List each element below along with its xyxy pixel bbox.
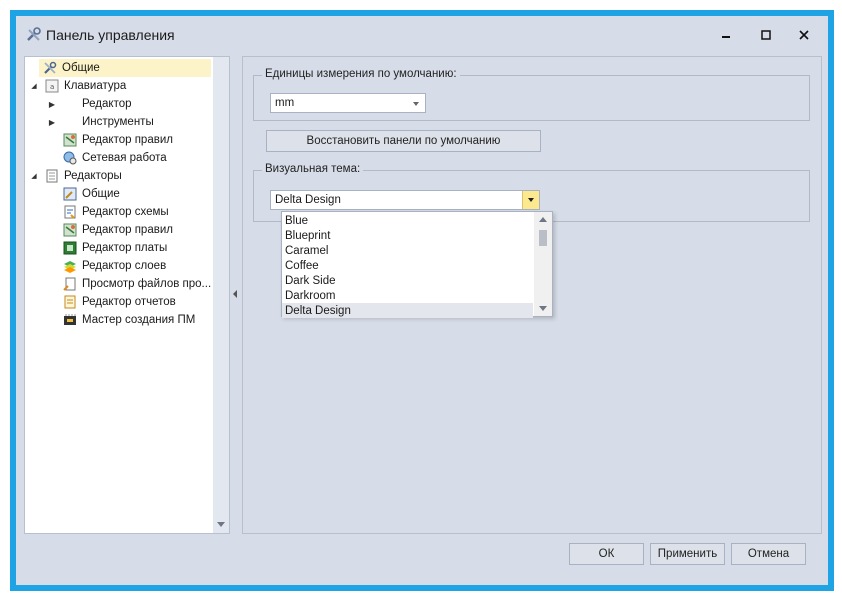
tree-item-label: Общие <box>82 188 120 200</box>
chevron-down-icon[interactable] <box>413 102 419 106</box>
tree-scrollbar[interactable] <box>213 57 229 533</box>
keyboard-icon: a <box>45 79 59 93</box>
theme-dropdown-list[interactable]: Blue Blueprint Caramel Coffee Dark Side Darkr… <box>281 211 553 318</box>
panel-splitter[interactable] <box>230 56 242 534</box>
scroll-down-icon[interactable] <box>539 306 547 311</box>
tree-item[interactable]: Редактор слоев <box>47 257 166 275</box>
board-icon <box>63 241 77 255</box>
tree-item[interactable]: Редактор схемы <box>47 203 169 221</box>
window-title: Панель управления <box>46 27 175 43</box>
tools-icon <box>26 27 42 43</box>
theme-option[interactable]: Dark Side <box>282 273 533 288</box>
tree-item-label: Сетевая работа <box>82 152 167 164</box>
expand-arrow-icon[interactable]: ◢ <box>29 172 39 180</box>
dropdown-scrollbar[interactable] <box>534 212 552 316</box>
title-bar[interactable]: Панель управления <box>16 16 828 54</box>
tree-item[interactable]: Сетевая работа <box>47 149 167 167</box>
minimize-button[interactable] <box>716 26 736 44</box>
theme-option[interactable]: Blueprint <box>282 228 533 243</box>
units-group: Единицы измерения по умолчанию: mm <box>253 68 810 121</box>
tree-icon-placeholder <box>63 97 77 111</box>
network-icon <box>63 151 77 165</box>
tree-item[interactable]: Редактор правил <box>47 131 173 149</box>
control-panel-dialog: Панель управления Общие ◢ a Клавиатура ▶ Реда… <box>16 16 828 585</box>
theme-group-title: Визуальная тема: <box>262 163 364 175</box>
rules-icon <box>63 133 77 147</box>
tree-item[interactable]: Редактор отчетов <box>47 293 176 311</box>
tree-item-label: Просмотр файлов про... <box>82 278 212 290</box>
scroll-down-icon[interactable] <box>217 522 225 527</box>
apply-button[interactable]: Применить <box>650 543 725 565</box>
wizard-icon <box>63 313 77 327</box>
tree-item-label: Редактор схемы <box>82 206 169 218</box>
tree-item[interactable]: ◢ Редакторы <box>29 167 122 185</box>
tree-item[interactable]: ▶ Редактор <box>47 95 132 113</box>
tree-item[interactable]: ◢ a Клавиатура <box>29 77 126 95</box>
tree-item-label: Редактор платы <box>82 242 168 254</box>
theme-option[interactable]: Caramel <box>282 243 533 258</box>
tree-item-label: Инструменты <box>82 116 154 128</box>
wrench-icon <box>43 61 57 75</box>
tree-item-label: Редактор <box>82 98 132 110</box>
collapse-arrow-icon[interactable] <box>233 290 237 298</box>
tree-item[interactable]: Мастер создания ПМ <box>47 311 195 329</box>
schematic-icon <box>63 205 77 219</box>
file-viewer-icon <box>63 277 77 291</box>
general-icon <box>63 187 77 201</box>
window-frame: Панель управления Общие ◢ a Клавиатура ▶ Реда… <box>10 10 834 591</box>
expand-arrow-icon[interactable]: ▶ <box>47 100 57 109</box>
tree-item-label: Редакторы <box>64 170 122 182</box>
rules-icon <box>63 223 77 237</box>
tree-item-label: Редактор отчетов <box>82 296 176 308</box>
tree-item[interactable]: Просмотр файлов про... <box>47 275 211 293</box>
tree-icon-placeholder <box>63 115 77 129</box>
tree-item[interactable]: ▶ Инструменты <box>47 113 154 131</box>
settings-tree[interactable]: Общие ◢ a Клавиатура ▶ Редактор ▶ Инструменты Ре… <box>24 56 230 534</box>
theme-option[interactable]: Coffee <box>282 258 533 273</box>
editors-icon <box>45 169 59 183</box>
layers-icon <box>63 259 77 273</box>
tree-item-label: Мастер создания ПМ <box>82 314 196 326</box>
close-button[interactable] <box>794 26 814 44</box>
tree-item-label: Редактор правил <box>82 224 173 236</box>
tree-item[interactable]: Общие <box>47 185 120 203</box>
restore-panels-button[interactable]: Восстановить панели по умолчанию <box>266 130 541 152</box>
tree-item-label: Клавиатура <box>64 80 127 92</box>
scroll-thumb[interactable] <box>539 230 547 246</box>
ok-button[interactable]: ОК <box>569 543 644 565</box>
tree-item[interactable]: Редактор правил <box>47 221 173 239</box>
units-group-title: Единицы измерения по умолчанию: <box>262 68 460 80</box>
tree-item[interactable]: Общие <box>39 59 211 77</box>
tree-item-label: Редактор правил <box>82 134 173 146</box>
theme-option[interactable]: Blue <box>282 213 533 228</box>
units-value: mm <box>275 97 295 109</box>
theme-option[interactable]: Delta Design <box>282 303 533 318</box>
expand-arrow-icon[interactable]: ◢ <box>29 82 39 90</box>
units-combo[interactable]: mm <box>270 93 426 113</box>
theme-combo[interactable]: Delta Design <box>270 190 540 210</box>
report-icon <box>63 295 77 309</box>
cancel-button[interactable]: Отмена <box>731 543 806 565</box>
maximize-button[interactable] <box>756 26 776 44</box>
tree-item-label: Общие <box>62 62 100 74</box>
expand-arrow-icon[interactable]: ▶ <box>47 118 57 127</box>
scroll-up-icon[interactable] <box>539 217 547 222</box>
theme-value: Delta Design <box>275 194 341 206</box>
chevron-down-icon[interactable] <box>522 191 539 209</box>
tree-item[interactable]: Редактор платы <box>47 239 167 257</box>
settings-content: Единицы измерения по умолчанию: mm Восст… <box>242 56 822 534</box>
tree-item-label: Редактор слоев <box>82 260 167 272</box>
svg-text:a: a <box>50 83 54 91</box>
theme-option[interactable]: Darkroom <box>282 288 533 303</box>
